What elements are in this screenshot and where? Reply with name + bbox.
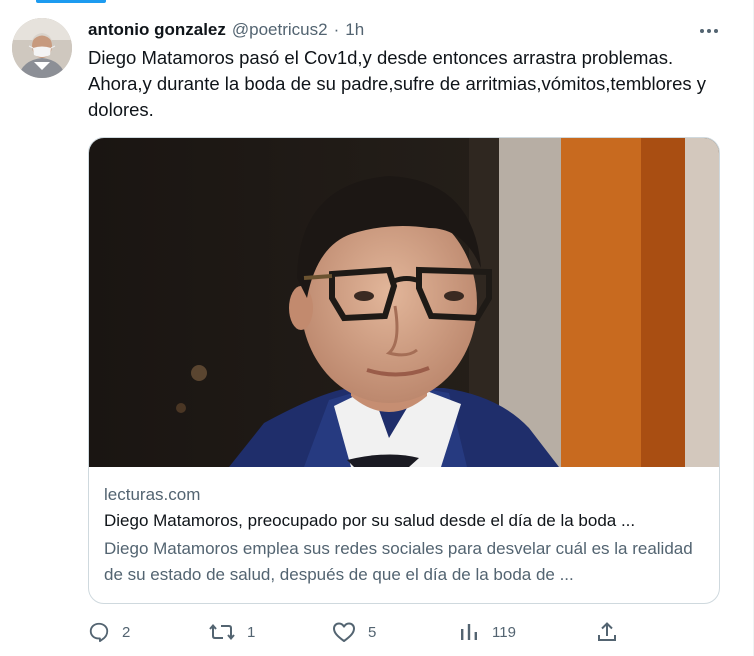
like-button[interactable]: 5: [332, 617, 376, 647]
views-count: 119: [492, 623, 516, 641]
avatar[interactable]: [12, 18, 72, 78]
card-image[interactable]: [89, 138, 719, 467]
reply-button[interactable]: 2: [88, 617, 130, 647]
card-body: lecturas.com Diego Matamoros, preocupado…: [104, 482, 704, 588]
tweet-actions: 2 1 5 119: [88, 617, 628, 647]
retweet-button[interactable]: 1: [209, 617, 255, 647]
share-icon: [596, 621, 618, 643]
more-icon[interactable]: [696, 20, 722, 42]
card-title[interactable]: Diego Matamoros, preocupado por su salud…: [104, 508, 704, 534]
retweet-icon: [209, 621, 235, 643]
card-domain: lecturas.com: [104, 485, 201, 504]
tab-indicator: [36, 0, 106, 3]
author-name[interactable]: antonio gonzalez: [88, 20, 226, 40]
author-handle[interactable]: @poetricus2: [232, 20, 328, 40]
views-icon: [458, 621, 480, 643]
card-description: Diego Matamoros emplea sus redes sociale…: [104, 539, 693, 584]
reply-count: 2: [122, 623, 131, 641]
share-button[interactable]: [596, 617, 618, 647]
link-card[interactable]: lecturas.com Diego Matamoros, preocupado…: [88, 137, 720, 604]
like-count: 5: [368, 623, 377, 641]
tweet-header: antonio gonzalez @poetricus2 · 1h: [88, 18, 364, 42]
views-button[interactable]: 119: [458, 617, 516, 647]
reply-icon: [88, 621, 110, 643]
retweet-count: 1: [247, 623, 256, 641]
tweet-text: Diego Matamoros pasó el Cov1d,y desde en…: [88, 47, 707, 120]
heart-icon: [332, 621, 356, 643]
header-separator: ·: [333, 20, 340, 39]
tweet-time[interactable]: 1h: [345, 20, 364, 40]
